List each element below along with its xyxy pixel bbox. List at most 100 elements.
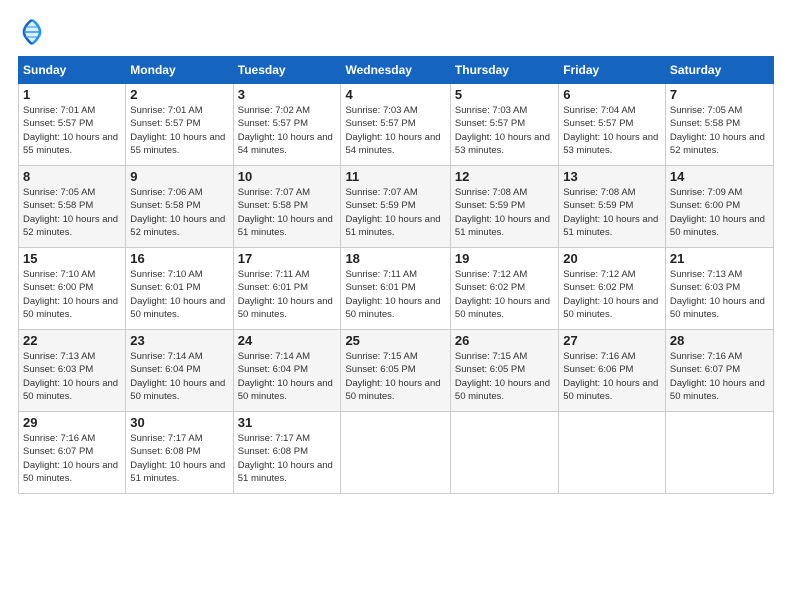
day-info: Sunrise: 7:01 AMSunset: 5:57 PMDaylight:…	[23, 105, 118, 156]
day-cell-30: 30 Sunrise: 7:17 AMSunset: 6:08 PMDaylig…	[126, 412, 233, 494]
weekday-header-wednesday: Wednesday	[341, 57, 450, 84]
day-cell-21: 21 Sunrise: 7:13 AMSunset: 6:03 PMDaylig…	[665, 248, 773, 330]
day-info: Sunrise: 7:07 AMSunset: 5:58 PMDaylight:…	[238, 187, 333, 238]
day-cell-13: 13 Sunrise: 7:08 AMSunset: 5:59 PMDaylig…	[559, 166, 666, 248]
day-cell-12: 12 Sunrise: 7:08 AMSunset: 5:59 PMDaylig…	[450, 166, 558, 248]
day-number: 2	[130, 87, 228, 102]
empty-cell	[665, 412, 773, 494]
day-info: Sunrise: 7:13 AMSunset: 6:03 PMDaylight:…	[670, 269, 765, 320]
day-info: Sunrise: 7:15 AMSunset: 6:05 PMDaylight:…	[345, 351, 440, 402]
day-cell-6: 6 Sunrise: 7:04 AMSunset: 5:57 PMDayligh…	[559, 84, 666, 166]
day-cell-27: 27 Sunrise: 7:16 AMSunset: 6:06 PMDaylig…	[559, 330, 666, 412]
day-cell-19: 19 Sunrise: 7:12 AMSunset: 6:02 PMDaylig…	[450, 248, 558, 330]
calendar-week-4: 22 Sunrise: 7:13 AMSunset: 6:03 PMDaylig…	[19, 330, 774, 412]
day-cell-10: 10 Sunrise: 7:07 AMSunset: 5:58 PMDaylig…	[233, 166, 341, 248]
day-info: Sunrise: 7:02 AMSunset: 5:57 PMDaylight:…	[238, 105, 333, 156]
day-cell-7: 7 Sunrise: 7:05 AMSunset: 5:58 PMDayligh…	[665, 84, 773, 166]
day-info: Sunrise: 7:16 AMSunset: 6:07 PMDaylight:…	[23, 433, 118, 484]
day-cell-16: 16 Sunrise: 7:10 AMSunset: 6:01 PMDaylig…	[126, 248, 233, 330]
weekday-header-row: SundayMondayTuesdayWednesdayThursdayFrid…	[19, 57, 774, 84]
calendar-week-1: 1 Sunrise: 7:01 AMSunset: 5:57 PMDayligh…	[19, 84, 774, 166]
day-info: Sunrise: 7:14 AMSunset: 6:04 PMDaylight:…	[130, 351, 225, 402]
day-number: 6	[563, 87, 661, 102]
logo-icon	[18, 18, 46, 46]
day-info: Sunrise: 7:11 AMSunset: 6:01 PMDaylight:…	[345, 269, 440, 320]
day-cell-11: 11 Sunrise: 7:07 AMSunset: 5:59 PMDaylig…	[341, 166, 450, 248]
day-number: 21	[670, 251, 769, 266]
day-cell-24: 24 Sunrise: 7:14 AMSunset: 6:04 PMDaylig…	[233, 330, 341, 412]
day-number: 27	[563, 333, 661, 348]
day-number: 20	[563, 251, 661, 266]
empty-cell	[450, 412, 558, 494]
day-cell-29: 29 Sunrise: 7:16 AMSunset: 6:07 PMDaylig…	[19, 412, 126, 494]
day-number: 7	[670, 87, 769, 102]
calendar-week-3: 15 Sunrise: 7:10 AMSunset: 6:00 PMDaylig…	[19, 248, 774, 330]
day-cell-20: 20 Sunrise: 7:12 AMSunset: 6:02 PMDaylig…	[559, 248, 666, 330]
day-number: 5	[455, 87, 554, 102]
day-number: 18	[345, 251, 445, 266]
day-number: 1	[23, 87, 121, 102]
day-cell-28: 28 Sunrise: 7:16 AMSunset: 6:07 PMDaylig…	[665, 330, 773, 412]
empty-cell	[559, 412, 666, 494]
day-number: 25	[345, 333, 445, 348]
day-cell-9: 9 Sunrise: 7:06 AMSunset: 5:58 PMDayligh…	[126, 166, 233, 248]
page: SundayMondayTuesdayWednesdayThursdayFrid…	[0, 0, 792, 612]
day-number: 22	[23, 333, 121, 348]
day-cell-22: 22 Sunrise: 7:13 AMSunset: 6:03 PMDaylig…	[19, 330, 126, 412]
calendar-table: SundayMondayTuesdayWednesdayThursdayFrid…	[18, 56, 774, 494]
day-info: Sunrise: 7:17 AMSunset: 6:08 PMDaylight:…	[238, 433, 333, 484]
day-number: 31	[238, 415, 337, 430]
day-cell-14: 14 Sunrise: 7:09 AMSunset: 6:00 PMDaylig…	[665, 166, 773, 248]
day-info: Sunrise: 7:01 AMSunset: 5:57 PMDaylight:…	[130, 105, 225, 156]
day-cell-25: 25 Sunrise: 7:15 AMSunset: 6:05 PMDaylig…	[341, 330, 450, 412]
empty-cell	[341, 412, 450, 494]
day-number: 11	[345, 169, 445, 184]
header	[18, 18, 774, 46]
day-cell-2: 2 Sunrise: 7:01 AMSunset: 5:57 PMDayligh…	[126, 84, 233, 166]
day-info: Sunrise: 7:08 AMSunset: 5:59 PMDaylight:…	[563, 187, 658, 238]
day-info: Sunrise: 7:11 AMSunset: 6:01 PMDaylight:…	[238, 269, 333, 320]
day-cell-5: 5 Sunrise: 7:03 AMSunset: 5:57 PMDayligh…	[450, 84, 558, 166]
day-cell-15: 15 Sunrise: 7:10 AMSunset: 6:00 PMDaylig…	[19, 248, 126, 330]
day-cell-8: 8 Sunrise: 7:05 AMSunset: 5:58 PMDayligh…	[19, 166, 126, 248]
calendar-week-5: 29 Sunrise: 7:16 AMSunset: 6:07 PMDaylig…	[19, 412, 774, 494]
day-cell-31: 31 Sunrise: 7:17 AMSunset: 6:08 PMDaylig…	[233, 412, 341, 494]
day-number: 13	[563, 169, 661, 184]
day-number: 10	[238, 169, 337, 184]
day-info: Sunrise: 7:08 AMSunset: 5:59 PMDaylight:…	[455, 187, 550, 238]
day-info: Sunrise: 7:14 AMSunset: 6:04 PMDaylight:…	[238, 351, 333, 402]
day-info: Sunrise: 7:05 AMSunset: 5:58 PMDaylight:…	[670, 105, 765, 156]
weekday-header-sunday: Sunday	[19, 57, 126, 84]
day-cell-1: 1 Sunrise: 7:01 AMSunset: 5:57 PMDayligh…	[19, 84, 126, 166]
day-number: 3	[238, 87, 337, 102]
day-number: 28	[670, 333, 769, 348]
day-number: 16	[130, 251, 228, 266]
day-info: Sunrise: 7:06 AMSunset: 5:58 PMDaylight:…	[130, 187, 225, 238]
day-info: Sunrise: 7:03 AMSunset: 5:57 PMDaylight:…	[455, 105, 550, 156]
logo	[18, 18, 49, 46]
day-number: 9	[130, 169, 228, 184]
day-cell-18: 18 Sunrise: 7:11 AMSunset: 6:01 PMDaylig…	[341, 248, 450, 330]
day-number: 26	[455, 333, 554, 348]
weekday-header-saturday: Saturday	[665, 57, 773, 84]
day-cell-3: 3 Sunrise: 7:02 AMSunset: 5:57 PMDayligh…	[233, 84, 341, 166]
day-number: 4	[345, 87, 445, 102]
day-info: Sunrise: 7:03 AMSunset: 5:57 PMDaylight:…	[345, 105, 440, 156]
day-number: 8	[23, 169, 121, 184]
day-cell-23: 23 Sunrise: 7:14 AMSunset: 6:04 PMDaylig…	[126, 330, 233, 412]
day-info: Sunrise: 7:16 AMSunset: 6:07 PMDaylight:…	[670, 351, 765, 402]
weekday-header-friday: Friday	[559, 57, 666, 84]
day-info: Sunrise: 7:13 AMSunset: 6:03 PMDaylight:…	[23, 351, 118, 402]
day-info: Sunrise: 7:16 AMSunset: 6:06 PMDaylight:…	[563, 351, 658, 402]
day-number: 17	[238, 251, 337, 266]
day-info: Sunrise: 7:15 AMSunset: 6:05 PMDaylight:…	[455, 351, 550, 402]
day-info: Sunrise: 7:10 AMSunset: 6:01 PMDaylight:…	[130, 269, 225, 320]
weekday-header-tuesday: Tuesday	[233, 57, 341, 84]
day-cell-26: 26 Sunrise: 7:15 AMSunset: 6:05 PMDaylig…	[450, 330, 558, 412]
weekday-header-thursday: Thursday	[450, 57, 558, 84]
day-info: Sunrise: 7:17 AMSunset: 6:08 PMDaylight:…	[130, 433, 225, 484]
day-number: 12	[455, 169, 554, 184]
day-number: 23	[130, 333, 228, 348]
day-cell-4: 4 Sunrise: 7:03 AMSunset: 5:57 PMDayligh…	[341, 84, 450, 166]
day-number: 15	[23, 251, 121, 266]
